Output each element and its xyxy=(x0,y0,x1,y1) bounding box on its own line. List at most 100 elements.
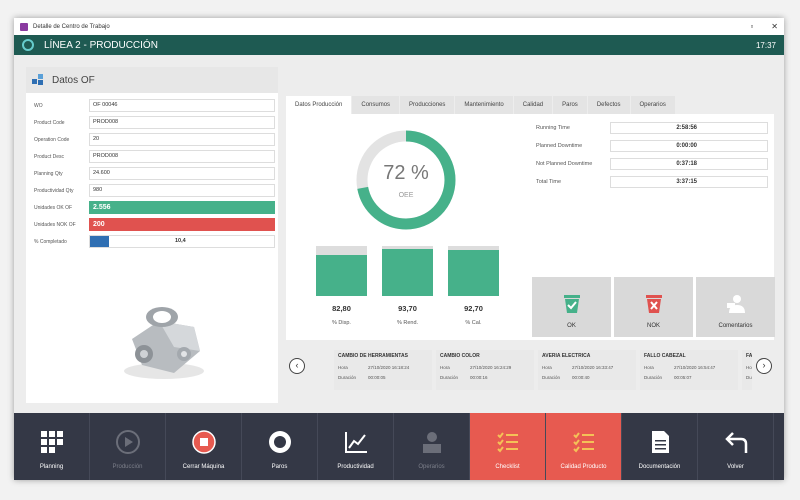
productividad-button[interactable]: Productividad xyxy=(318,413,394,480)
event-card[interactable]: CAMBIO COLOR Hora 27/10/2020 16:24:29 Durac… xyxy=(436,350,534,390)
oee-value: 72 % xyxy=(383,162,429,184)
kpi-column: 82,80 % Disp. xyxy=(316,246,367,326)
field-row: Planning Qty 24.600 xyxy=(26,165,278,182)
datos-of-fields: WO OF 00046 Product Code PROD008 Operation C… xyxy=(26,93,278,250)
field-row: Product Desc PROD008 xyxy=(26,148,278,165)
action-label: OK xyxy=(567,323,576,329)
event-card[interactable]: FALL Ho Du xyxy=(742,350,752,390)
field-label: Unidades OK OF xyxy=(34,204,73,211)
ok-button[interactable]: OK xyxy=(532,277,611,337)
event-title: CAMBIO DE HERRAMIENTAS xyxy=(338,353,408,359)
time-row: Total Time 3:37:15 xyxy=(536,173,768,191)
paros-button[interactable]: Paros xyxy=(242,413,318,480)
app-logo-icon xyxy=(20,22,28,31)
close-button[interactable]: ✕ xyxy=(771,22,778,31)
tab-operarios[interactable]: Operarios xyxy=(630,96,675,114)
kpi-column: 92,70 % Cal. xyxy=(448,246,499,326)
tab-datos-producci-n[interactable]: Datos Producción xyxy=(286,96,352,114)
cerrar-m-quina-button[interactable]: Cerrar Máquina xyxy=(166,413,242,480)
event-hora-row: Hora 27/10/2020 16:33:47 xyxy=(542,365,632,370)
product-part-image xyxy=(124,307,204,379)
event-dur-row: Duración 00:00:40 xyxy=(542,375,632,380)
event-hora: 27/10/2020 16:18:24 xyxy=(368,365,410,370)
content-area: Datos OF WO OF 00046 Product Code PROD008 Op… xyxy=(14,55,784,413)
kpi-label: % Rend. xyxy=(396,320,419,326)
oee-gauge: 72 % OEE xyxy=(354,128,458,232)
time-value: 3:37:15 xyxy=(610,176,768,188)
tab-consumos[interactable]: Consumos xyxy=(352,96,400,114)
stop-icon xyxy=(191,429,217,455)
kpi-bar xyxy=(316,246,367,296)
comment-user-icon xyxy=(725,293,747,315)
field-value: 20 xyxy=(89,133,275,146)
planning-button[interactable]: Planning xyxy=(14,413,90,480)
event-dur: 00:05:07 xyxy=(674,375,692,380)
event-title: CAMBIO COLOR xyxy=(440,353,480,359)
event-dur: 00:00:05 xyxy=(368,375,386,380)
event-dur-label: Duración xyxy=(644,375,663,380)
progress-value: 10,4 xyxy=(175,238,186,244)
event-hora-label: Ho xyxy=(746,365,752,370)
field-value: 2.556 xyxy=(89,201,275,214)
operarios-button[interactable]: Operarios xyxy=(394,413,470,480)
nok-button[interactable]: NOK xyxy=(614,277,693,337)
field-value: 200 xyxy=(89,218,275,231)
event-hora-label: Hora xyxy=(542,365,552,370)
kpi-bar xyxy=(382,246,433,296)
toolbar-label: Producción xyxy=(112,464,143,470)
event-dur: 00:00:40 xyxy=(572,375,590,380)
field-row: Productividad Qty 980 xyxy=(26,182,278,199)
datos-of-title: Datos OF xyxy=(52,74,95,86)
gear-icon[interactable] xyxy=(22,39,34,51)
time-label: Running Time xyxy=(536,125,570,131)
event-dur-label: Duración xyxy=(542,375,561,380)
field-row: % Completado 10,4 xyxy=(26,233,278,250)
tab-paros[interactable]: Paros xyxy=(553,96,587,114)
time-value: 0:37:18 xyxy=(610,158,768,170)
oee-label: OEE xyxy=(398,192,414,199)
event-dur-label: Du xyxy=(746,375,752,380)
datos-produccion-panel: 72 % OEE 82,80 % Disp. 93,70 % Rend. 92,70 % … xyxy=(286,114,775,340)
field-label: Productividad Qty xyxy=(34,187,74,194)
event-card[interactable]: FALLO CABEZAL Hora 27/10/2020 16:54:47 Dura… xyxy=(640,350,738,390)
prev-arrow-icon[interactable]: ‹ xyxy=(289,358,305,374)
kpi-value: 93,70 xyxy=(398,304,417,313)
check-bin-icon xyxy=(561,293,583,315)
minimize-button[interactable]: ▫ xyxy=(750,22,753,31)
tab-producciones[interactable]: Producciones xyxy=(400,96,455,114)
time-label: Not Planned Downtime xyxy=(536,161,593,167)
calidad-producto-button[interactable]: Calidad Producto xyxy=(546,413,622,480)
tab-mantenimiento[interactable]: Mantenimiento xyxy=(455,96,513,114)
chart-icon xyxy=(343,429,369,455)
kpi-column: 93,70 % Rend. xyxy=(382,246,433,326)
event-dur-label: Duración xyxy=(440,375,459,380)
toolbar-label: Documentación xyxy=(638,464,681,470)
next-arrow-icon[interactable]: › xyxy=(756,358,772,374)
toolbar-label: Productividad xyxy=(337,464,374,470)
time-label: Planned Downtime xyxy=(536,143,583,149)
field-label: WO xyxy=(34,102,43,109)
event-hora: 27/10/2020 16:24:29 xyxy=(470,365,512,370)
tab-calidad[interactable]: Calidad xyxy=(513,96,553,114)
field-row: WO OF 00046 xyxy=(26,97,278,114)
time-row: Not Planned Downtime 0:37:18 xyxy=(536,155,768,173)
time-label: Total Time xyxy=(536,179,562,185)
event-hora-label: Hora xyxy=(440,365,450,370)
tab-defectos[interactable]: Defectos xyxy=(587,96,630,114)
comentarios-button[interactable]: Comentarios xyxy=(696,277,775,337)
checklist-button[interactable]: Checklist xyxy=(470,413,546,480)
kpi-label: % Cal. xyxy=(465,320,482,326)
producci-n-button[interactable]: Producción xyxy=(90,413,166,480)
toolbar-label: Volver xyxy=(727,464,744,470)
event-card[interactable]: CAMBIO DE HERRAMIENTAS Hora 27/10/2020 16:… xyxy=(334,350,432,390)
toolbar-label: Planning xyxy=(39,464,64,470)
volver-button[interactable]: Volver xyxy=(698,413,774,480)
time-value: 2:58:56 xyxy=(610,122,768,134)
events-strip: ‹ CAMBIO DE HERRAMIENTAS Hora 27/10/2020 1… xyxy=(286,350,774,398)
field-value: PROD008 xyxy=(89,150,275,163)
cross-bin-icon xyxy=(643,293,665,315)
toolbar-label: Cerrar Máquina xyxy=(182,464,225,470)
documentaci-n-button[interactable]: Documentación xyxy=(622,413,698,480)
event-dur-row: Du xyxy=(746,375,752,380)
event-card[interactable]: AVERIA ELECTRICA Hora 27/10/2020 16:33:47 D… xyxy=(538,350,636,390)
